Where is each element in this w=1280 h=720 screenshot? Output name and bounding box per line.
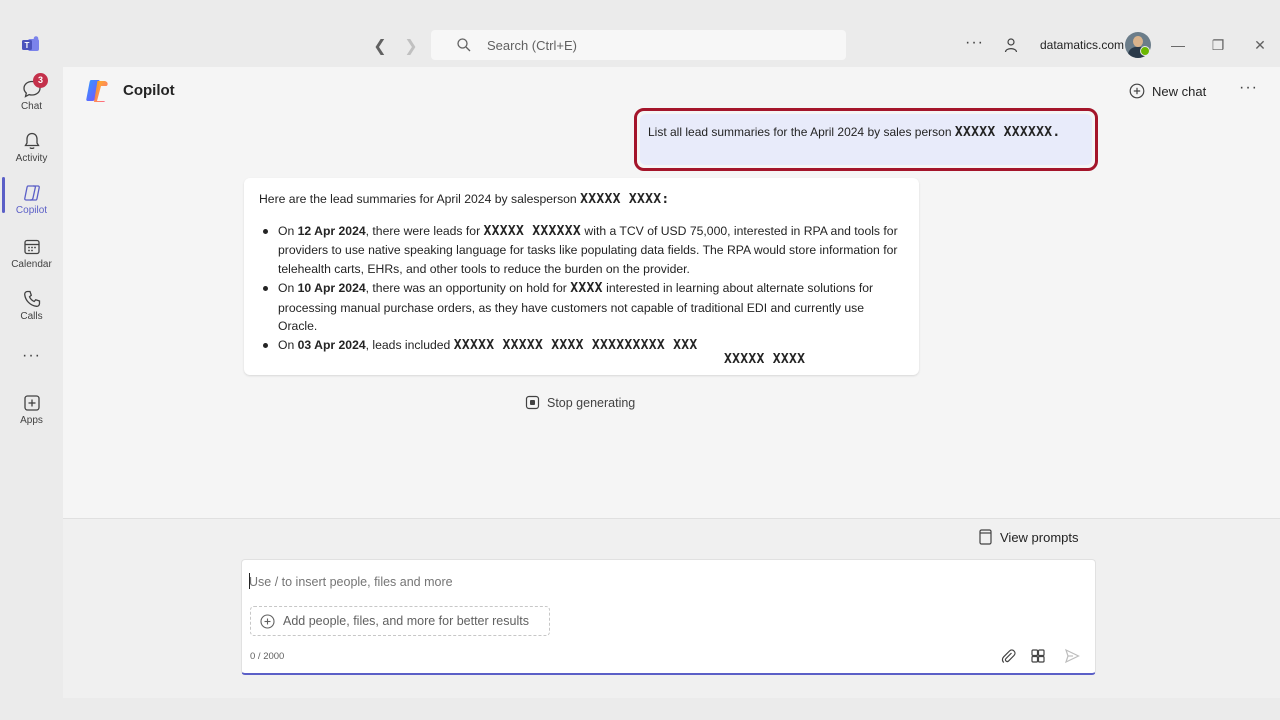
rail-item-chat[interactable]: 3 Chat (0, 73, 63, 131)
rail-item-calls[interactable]: Calls (0, 289, 63, 341)
add-people-label: Add people, files, and more for better r… (283, 614, 529, 628)
close-icon[interactable]: ✕ (1250, 35, 1270, 55)
list-item: On 10 Apr 2024, there was an opportunity… (259, 279, 904, 336)
presence-available-icon (1140, 46, 1150, 56)
item-date: 10 Apr 2024 (297, 280, 366, 295)
rail-item-label: Copilot (15, 205, 48, 216)
rail-item-label: Calendar (11, 259, 52, 270)
stop-generating-button[interactable]: Stop generating (525, 395, 635, 410)
add-circle-icon (260, 613, 275, 629)
item-prefix: On (278, 337, 298, 352)
new-chat-button[interactable]: New chat (1129, 81, 1206, 101)
view-prompts-button[interactable]: View prompts (979, 529, 1079, 545)
item-date: 03 Apr 2024 (297, 337, 366, 352)
item-prefix: On (278, 223, 298, 238)
user-message: List all lead summaries for the April 20… (640, 114, 1092, 165)
rail-item-activity[interactable]: Activity (0, 131, 63, 183)
forward-arrow-icon[interactable]: ❯ (402, 36, 420, 56)
search-icon (457, 38, 471, 52)
rail-item-label: Apps (20, 415, 43, 426)
list-item: On 12 Apr 2024, there were leads for XXX… (259, 222, 904, 279)
add-apps-icon (24, 395, 40, 411)
redacted-name: XXXXX XXXX: (580, 192, 670, 207)
calendar-icon (24, 239, 40, 255)
more-apps-icon[interactable]: ··· (22, 347, 41, 365)
app-rail: 3 Chat Activity Copilot Calendar Calls ·… (0, 67, 63, 698)
back-arrow-icon[interactable]: ❮ (371, 36, 389, 56)
search-placeholder: Search (Ctrl+E) (487, 38, 577, 53)
title-bar: T ❮ ❯ Search (Ctrl+E) ··· datamatics.com… (0, 24, 1280, 67)
rail-item-copilot[interactable]: Copilot (0, 177, 63, 235)
prompts-book-icon (979, 529, 992, 545)
add-circle-icon (1129, 83, 1145, 99)
rail-item-apps[interactable]: Apps (0, 393, 63, 445)
svg-text:T: T (25, 41, 30, 50)
message-composer[interactable]: Add people, files, and more for better r… (241, 559, 1096, 675)
people-icon[interactable] (1003, 37, 1019, 53)
teams-logo-icon[interactable]: T (21, 36, 41, 54)
org-name[interactable]: datamatics.com (1040, 38, 1124, 52)
minimize-icon[interactable]: — (1168, 35, 1188, 55)
more-options-icon[interactable]: ··· (1239, 79, 1258, 97)
copilot-response: Here are the lead summaries for April 20… (244, 178, 919, 375)
restore-icon[interactable]: ❐ (1208, 35, 1228, 55)
copilot-logo-icon (86, 80, 108, 102)
item-date: 12 Apr 2024 (297, 223, 366, 238)
item-text: , leads included (365, 337, 454, 352)
response-intro: Here are the lead summaries for April 20… (259, 190, 904, 210)
more-options-icon[interactable]: ··· (965, 34, 984, 52)
redacted-name: XXXXX XXXX (724, 352, 806, 367)
text-caret (249, 573, 250, 589)
intro-text: Here are the lead summaries for April 20… (259, 192, 581, 206)
redacted-name: XXXXX XXXXX XXXX XXXXXXXXX XXX (453, 337, 698, 353)
user-message-highlight: List all lead summaries for the April 20… (634, 108, 1098, 171)
rail-item-label: Calls (20, 311, 43, 322)
search-box[interactable]: Search (Ctrl+E) (431, 30, 846, 60)
item-text: , there was an opportunity on hold for (365, 280, 571, 295)
lead-summary-list: On 12 Apr 2024, there were leads for XXX… (259, 222, 904, 356)
new-chat-label: New chat (1152, 83, 1207, 99)
stop-generating-label: Stop generating (547, 395, 636, 410)
phone-icon (24, 290, 41, 307)
apps-grid-icon[interactable] (1030, 648, 1046, 664)
user-message-text: List all lead summaries for the April 20… (648, 125, 955, 139)
view-prompts-label: View prompts (1000, 529, 1079, 545)
item-text: , there were leads for (365, 223, 484, 238)
list-item: On 03 Apr 2024, leads included XXXXX XXX… (259, 336, 904, 356)
redacted-name: XXXX (570, 280, 603, 296)
copilot-chat-panel: Copilot New chat ··· List all lead summa… (63, 67, 1280, 698)
rail-item-calendar[interactable]: Calendar (0, 237, 63, 289)
stop-icon (525, 395, 540, 410)
composer-area: View prompts Add people, files, and more… (63, 518, 1280, 698)
redacted-name: XXXXX XXXXXX (483, 223, 582, 239)
attach-icon[interactable] (1000, 648, 1016, 664)
redacted-name: XXXXX XXXXXX. (954, 125, 1061, 140)
character-count: 0 / 2000 (250, 651, 285, 662)
add-people-files-button[interactable]: Add people, files, and more for better r… (250, 606, 550, 636)
avatar-face (1133, 36, 1143, 47)
item-prefix: On (278, 280, 298, 295)
send-icon[interactable] (1064, 648, 1080, 664)
copilot-icon (24, 185, 40, 201)
message-input[interactable] (249, 572, 1049, 592)
page-title: Copilot (123, 82, 175, 99)
rail-item-label: Activity (15, 153, 48, 164)
rail-item-label: Chat (20, 101, 43, 112)
bell-icon (24, 132, 40, 150)
unread-badge: 3 (33, 73, 48, 88)
